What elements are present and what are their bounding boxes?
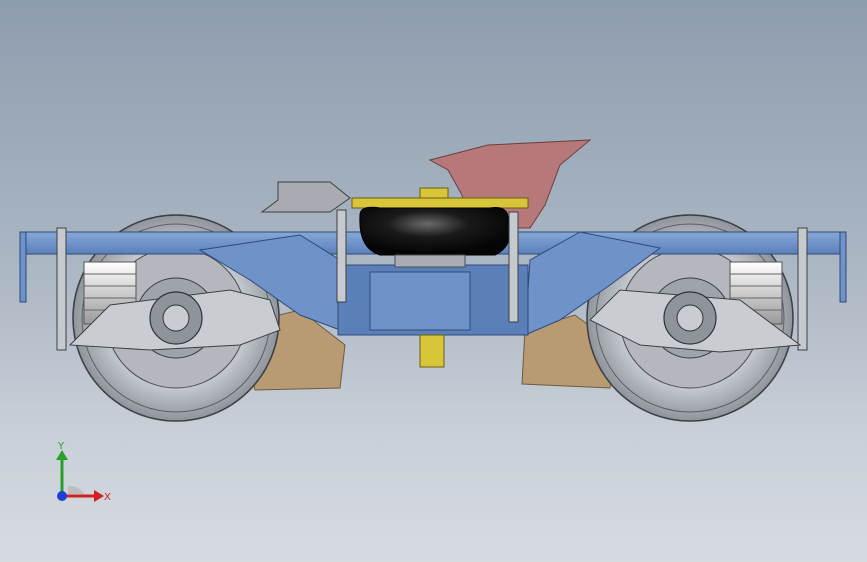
x-axis-label: X bbox=[104, 492, 111, 503]
air-spring bbox=[359, 206, 511, 268]
y-axis-label: Y bbox=[57, 441, 65, 452]
y-axis-arrow bbox=[56, 450, 68, 496]
z-axis-dot bbox=[57, 491, 67, 501]
axis-triad: Y X bbox=[56, 441, 111, 503]
cad-viewport[interactable]: Y X bbox=[0, 0, 867, 562]
damper-bracket bbox=[260, 181, 351, 213]
bogie-model[interactable] bbox=[0, 0, 867, 562]
